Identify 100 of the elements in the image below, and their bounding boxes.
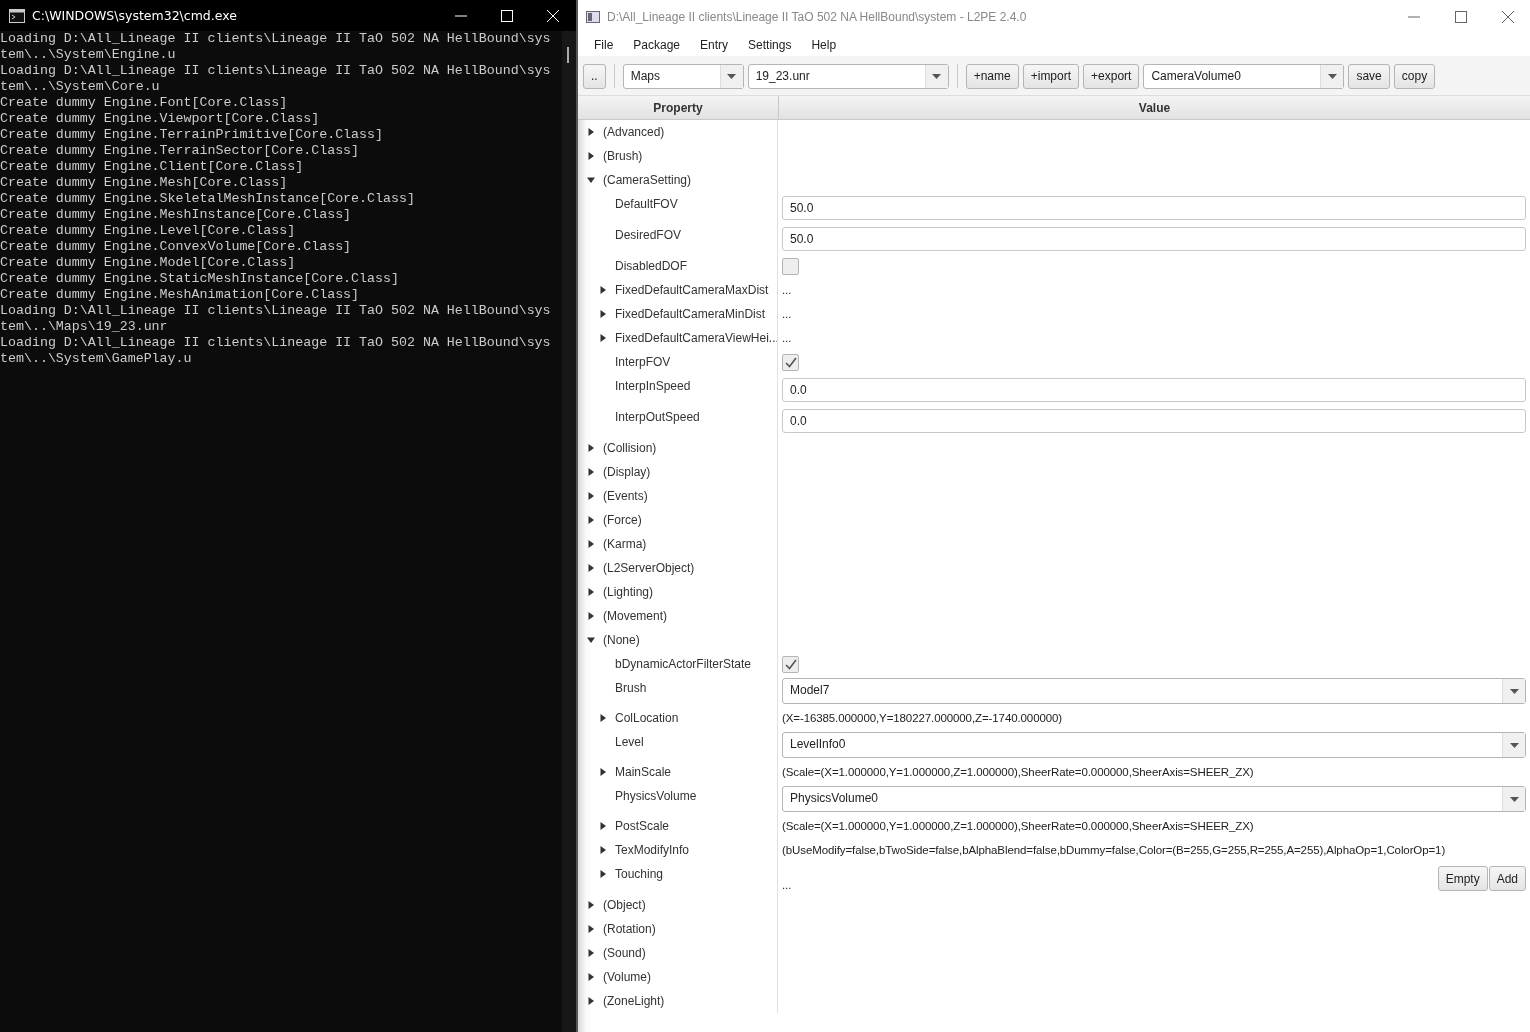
toolbar-button[interactable]: +export bbox=[1083, 63, 1140, 89]
collapsed-arrow-icon[interactable] bbox=[599, 846, 607, 854]
menu-item[interactable]: Help bbox=[801, 36, 847, 54]
collapsed-arrow-icon[interactable] bbox=[599, 870, 607, 878]
console-line: tem\..\System\Core.u bbox=[0, 79, 161, 95]
value-field[interactable]: 50.0 bbox=[782, 226, 1526, 251]
property-group[interactable]: (Collision) bbox=[603, 441, 657, 455]
property-value: (X=-16385.000000,Y=180227.000000,Z=-1740.000000) bbox=[782, 712, 1063, 724]
collapsed-arrow-icon[interactable] bbox=[587, 949, 595, 957]
collapsed-arrow-icon[interactable] bbox=[587, 444, 595, 452]
collapsed-arrow-icon[interactable] bbox=[599, 714, 607, 722]
property-name: InterpFOV bbox=[615, 355, 671, 369]
dropdown[interactable]: Maps bbox=[622, 63, 744, 89]
list-button[interactable]: Add bbox=[1488, 866, 1526, 891]
value-field[interactable]: 0.0 bbox=[782, 377, 1526, 402]
toolbar-button[interactable]: +name bbox=[965, 63, 1019, 89]
property-name: Brush bbox=[615, 681, 647, 695]
dropdown-caret-icon bbox=[932, 73, 942, 79]
toolbar-button[interactable]: save bbox=[1348, 63, 1390, 89]
value-field[interactable]: 0.0 bbox=[782, 408, 1526, 433]
property-name: PhysicsVolume bbox=[615, 789, 697, 803]
collapsed-arrow-icon[interactable] bbox=[587, 540, 595, 548]
console-line: Create dummy Engine.MeshAnimation[Core.Class] bbox=[0, 287, 361, 303]
collapsed-arrow-icon[interactable] bbox=[587, 925, 595, 933]
collapsed-arrow-icon[interactable] bbox=[587, 492, 595, 500]
menu-item[interactable]: Settings bbox=[738, 36, 802, 54]
console-line: Loading D:\All_Lineage II clients\Lineage II TaO 502 NA HellBound\sys bbox=[0, 63, 552, 79]
collapsed-arrow-icon[interactable] bbox=[599, 334, 607, 342]
collapsed-arrow-icon[interactable] bbox=[587, 128, 595, 136]
column-header[interactable]: Property bbox=[578, 96, 779, 119]
dropdown-caret-icon bbox=[1509, 688, 1519, 694]
toolbar-button[interactable]: +import bbox=[1022, 63, 1080, 89]
property-group[interactable]: (Volume) bbox=[603, 970, 652, 984]
property-group[interactable]: (None) bbox=[603, 633, 640, 647]
menu-item[interactable]: Package bbox=[623, 36, 691, 54]
property-group[interactable]: (L2ServerObject) bbox=[603, 561, 695, 575]
app-icon bbox=[586, 11, 600, 23]
collapsed-arrow-icon[interactable] bbox=[599, 822, 607, 830]
property-group[interactable]: (Force) bbox=[603, 513, 642, 527]
collapsed-arrow-icon[interactable] bbox=[587, 588, 595, 596]
property-group[interactable]: (Advanced) bbox=[603, 125, 665, 139]
console-line: Create dummy Engine.Model[Core.Class] bbox=[0, 255, 297, 271]
property-group[interactable]: (Sound) bbox=[603, 946, 646, 960]
expanded-arrow-icon[interactable] bbox=[587, 176, 595, 184]
list-button[interactable]: Empty bbox=[1437, 866, 1488, 891]
menu-item[interactable]: Entry bbox=[690, 36, 739, 54]
property-name: TexModifyInfo bbox=[615, 843, 690, 857]
column-header[interactable]: Value bbox=[779, 96, 1530, 119]
checkbox[interactable] bbox=[782, 353, 799, 371]
dropdown[interactable]: PhysicsVolume0 bbox=[782, 786, 1526, 812]
property-name: InterpInSpeed bbox=[615, 379, 691, 393]
console-line: Create dummy Engine.ConvexVolume[Core.Class] bbox=[0, 239, 353, 255]
property-name: Touching bbox=[615, 867, 664, 881]
property-name: FixedDefaultCameraMinDist bbox=[615, 307, 766, 321]
property-group[interactable]: (Display) bbox=[603, 465, 651, 479]
property-value: ... bbox=[782, 284, 792, 296]
toolbar-button[interactable]: copy bbox=[1393, 63, 1436, 89]
property-group[interactable]: (Brush) bbox=[603, 149, 643, 163]
dropdown[interactable]: Model7 bbox=[782, 678, 1526, 704]
console-line: Create dummy Engine.StaticMeshInstance[Core.Class] bbox=[0, 271, 400, 287]
collapsed-arrow-icon[interactable] bbox=[587, 997, 595, 1005]
property-name: InterpOutSpeed bbox=[615, 410, 700, 424]
collapsed-arrow-icon[interactable] bbox=[599, 310, 607, 318]
collapsed-arrow-icon[interactable] bbox=[599, 286, 607, 294]
collapsed-arrow-icon[interactable] bbox=[587, 901, 595, 909]
collapsed-arrow-icon[interactable] bbox=[599, 768, 607, 776]
dropdown[interactable]: CameraVolume0 bbox=[1143, 63, 1345, 89]
collapsed-arrow-icon[interactable] bbox=[587, 152, 595, 160]
scrollbar[interactable] bbox=[562, 31, 576, 1032]
property-value: ... bbox=[782, 879, 792, 891]
property-group[interactable]: (Karma) bbox=[603, 537, 647, 551]
checkbox[interactable] bbox=[782, 655, 799, 673]
property-group[interactable]: (Events) bbox=[603, 489, 648, 503]
value-field[interactable]: 50.0 bbox=[782, 195, 1526, 220]
property-group[interactable]: (ZoneLight) bbox=[603, 994, 665, 1008]
dropdown[interactable]: 19_23.unr bbox=[747, 63, 949, 89]
collapsed-arrow-icon[interactable] bbox=[587, 973, 595, 981]
property-name: DesiredFOV bbox=[615, 228, 682, 242]
property-group[interactable]: (Lighting) bbox=[603, 585, 654, 599]
property-group[interactable]: (Movement) bbox=[603, 609, 667, 623]
property-value: ... bbox=[782, 332, 792, 344]
dropdown[interactable]: LevelInfo0 bbox=[782, 732, 1526, 758]
property-group[interactable]: (CameraSetting) bbox=[603, 173, 692, 187]
console-line: Create dummy Engine.TerrainSector[Core.Class] bbox=[0, 143, 361, 159]
toolbar-button[interactable]: .. bbox=[583, 63, 606, 89]
dropdown-caret-icon bbox=[1327, 73, 1337, 79]
collapsed-arrow-icon[interactable] bbox=[587, 516, 595, 524]
property-group[interactable]: (Object) bbox=[603, 898, 646, 912]
collapsed-arrow-icon[interactable] bbox=[587, 612, 595, 620]
console-line: Create dummy Engine.SkeletalMeshInstance[Core.Class] bbox=[0, 191, 416, 207]
menu-item[interactable]: File bbox=[584, 36, 624, 54]
property-name: DefaultFOV bbox=[615, 197, 678, 211]
property-group[interactable]: (Rotation) bbox=[603, 922, 656, 936]
property-name: FixedDefaultCameraMaxDist bbox=[615, 283, 769, 297]
checkbox[interactable] bbox=[782, 257, 799, 275]
expanded-arrow-icon[interactable] bbox=[587, 636, 595, 644]
console-line: Create dummy Engine.Level[Core.Class] bbox=[0, 223, 297, 239]
collapsed-arrow-icon[interactable] bbox=[587, 564, 595, 572]
collapsed-arrow-icon[interactable] bbox=[587, 468, 595, 476]
property-name: MainScale bbox=[615, 765, 672, 779]
